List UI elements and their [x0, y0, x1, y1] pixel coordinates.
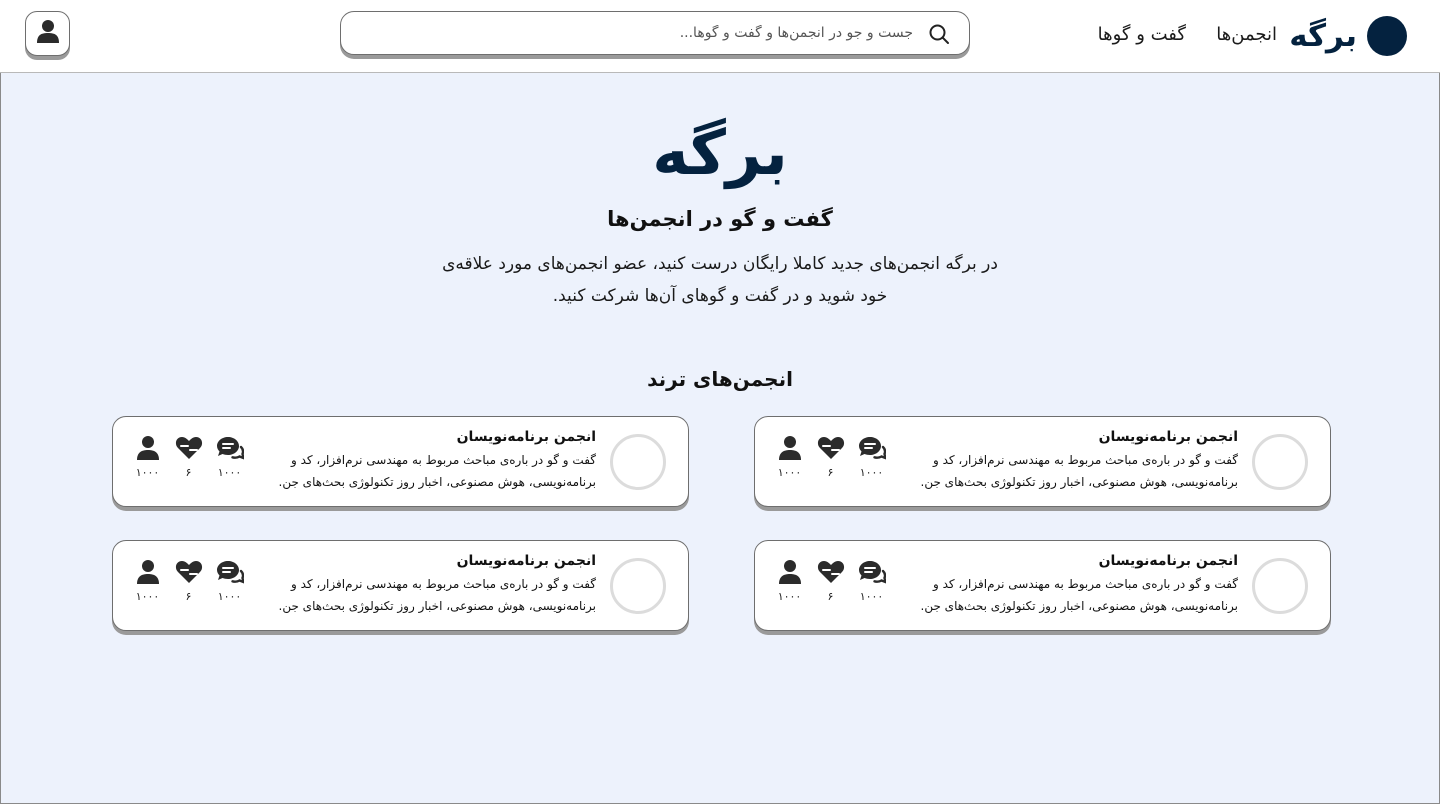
hero-section: برگه گفت و گو در انجمن‌ها در برگه انجمن‌…	[0, 110, 1440, 312]
members-stat: ۱۰۰۰	[769, 559, 810, 605]
handshake-heart-icon	[817, 437, 844, 459]
community-stats: ۱۰۰۰ ۶ ۱۰۰۰	[127, 559, 250, 605]
user-icon	[136, 436, 159, 460]
community-card[interactable]: انجمن برنامه‌نویسان گفت و گو در باره‌ی م…	[754, 540, 1331, 631]
members-count: ۱۰۰۰	[135, 466, 160, 479]
members-stat: ۱۰۰۰	[769, 435, 810, 481]
community-stats: ۱۰۰۰ ۶ ۱۰۰۰	[769, 435, 892, 481]
likes-count: ۶	[185, 466, 192, 479]
chat-bubbles-icon	[216, 437, 244, 460]
user-icon	[778, 436, 801, 460]
handshake-heart-icon	[175, 437, 202, 459]
members-stat: ۱۰۰۰	[127, 435, 168, 481]
community-description: گفت و گو در باره‌ی مباحث مربوط به مهندسی…	[278, 453, 597, 489]
chats-stat: ۱۰۰۰	[209, 435, 250, 481]
community-avatar	[610, 558, 666, 614]
brand-name: برگه	[1289, 18, 1357, 54]
chat-bubbles-icon	[858, 437, 886, 460]
chat-bubbles-icon	[216, 561, 244, 584]
community-title: انجمن برنامه‌نویسان	[1098, 429, 1238, 445]
likes-stat: ۶	[810, 435, 851, 481]
search-input[interactable]	[353, 20, 913, 46]
members-stat: ۱۰۰۰	[127, 559, 168, 605]
members-count: ۱۰۰۰	[777, 590, 802, 603]
members-count: ۱۰۰۰	[135, 590, 160, 603]
user-icon	[778, 560, 801, 584]
chats-count: ۱۰۰۰	[859, 466, 884, 479]
community-title: انجمن برنامه‌نویسان	[1098, 553, 1238, 569]
community-card[interactable]: انجمن برنامه‌نویسان گفت و گو در باره‌ی م…	[112, 416, 689, 507]
hero-subtitle: گفت و گو در انجمن‌ها	[607, 207, 833, 231]
community-description: گفت و گو در باره‌ی مباحث مربوط به مهندسی…	[920, 577, 1239, 613]
community-description: گفت و گو در باره‌ی مباحث مربوط به مهندسی…	[278, 577, 597, 613]
likes-stat: ۶	[168, 559, 209, 605]
chats-count: ۱۰۰۰	[217, 590, 242, 603]
community-stats: ۱۰۰۰ ۶ ۱۰۰۰	[127, 435, 250, 481]
brand[interactable]: برگه	[1289, 16, 1407, 56]
chats-count: ۱۰۰۰	[217, 466, 242, 479]
community-avatar	[1252, 434, 1308, 490]
likes-count: ۶	[185, 590, 192, 603]
trending-title: انجمن‌های ترند	[647, 367, 793, 391]
user-icon	[36, 19, 60, 49]
likes-stat: ۶	[168, 435, 209, 481]
search-bar	[340, 11, 970, 55]
handshake-heart-icon	[175, 561, 202, 583]
search-icon[interactable]	[927, 22, 951, 46]
nav-communities-link[interactable]: انجمن‌ها	[1216, 22, 1277, 48]
chats-count: ۱۰۰۰	[859, 590, 884, 603]
community-card[interactable]: انجمن برنامه‌نویسان گفت و گو در باره‌ی م…	[754, 416, 1331, 507]
chat-bubbles-icon	[858, 561, 886, 584]
community-stats: ۱۰۰۰ ۶ ۱۰۰۰	[769, 559, 892, 605]
hero-description: در برگه انجمن‌های جدید کاملا رایگان درست…	[442, 254, 998, 306]
chats-stat: ۱۰۰۰	[851, 435, 892, 481]
chats-stat: ۱۰۰۰	[851, 559, 892, 605]
community-title: انجمن برنامه‌نویسان	[456, 429, 596, 445]
likes-count: ۶	[827, 590, 834, 603]
likes-stat: ۶	[810, 559, 851, 605]
profile-button[interactable]	[25, 11, 70, 56]
community-description: گفت و گو در باره‌ی مباحث مربوط به مهندسی…	[920, 453, 1239, 489]
top-header: برگه انجمن‌ها گفت و گوها	[0, 0, 1440, 73]
community-avatar	[1252, 558, 1308, 614]
hero-logo: برگه	[652, 116, 788, 189]
community-card[interactable]: انجمن برنامه‌نویسان گفت و گو در باره‌ی م…	[112, 540, 689, 631]
brand-logo-icon	[1367, 16, 1407, 56]
members-count: ۱۰۰۰	[777, 466, 802, 479]
nav-chats-link[interactable]: گفت و گوها	[1098, 22, 1186, 48]
likes-count: ۶	[827, 466, 834, 479]
community-title: انجمن برنامه‌نویسان	[456, 553, 596, 569]
user-icon	[136, 560, 159, 584]
chats-stat: ۱۰۰۰	[209, 559, 250, 605]
handshake-heart-icon	[817, 561, 844, 583]
community-avatar	[610, 434, 666, 490]
